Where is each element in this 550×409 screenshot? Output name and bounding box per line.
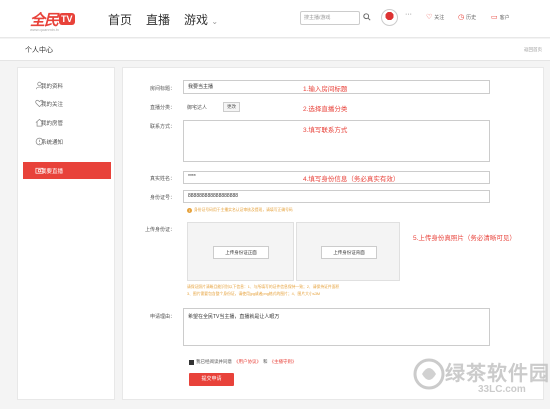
- history-label: 历史: [466, 14, 477, 21]
- home-icon: [35, 118, 44, 127]
- sidebar-item-follows[interactable]: 我的关注: [23, 95, 111, 112]
- nav-live[interactable]: 直播: [146, 11, 170, 28]
- search-icon[interactable]: [363, 13, 371, 21]
- follow-link[interactable]: ♡ 关注: [426, 13, 444, 21]
- sidebar-item-label: 我的资料: [41, 83, 64, 90]
- reason-textarea[interactable]: 希望在全民TV当主播，直播就是让人眼万: [183, 308, 490, 346]
- contact-label: 联系方式：: [149, 124, 175, 130]
- realname-label: 真实姓名：: [149, 176, 175, 182]
- nav-home[interactable]: 首页: [108, 11, 132, 28]
- upload-front-area[interactable]: 上传身份证正面: [187, 222, 294, 281]
- nav-games-label: 游戏: [184, 13, 209, 27]
- heart-icon: ♡: [426, 14, 433, 21]
- upload-hint: 5.上传身份真照片（务必清晰可见）: [413, 235, 516, 242]
- streamer-rules-link[interactable]: 《主播守则》: [270, 359, 297, 365]
- logo-url: www.quanmin.tv: [30, 27, 60, 32]
- heart-icon: [35, 99, 44, 108]
- upload-note-1: 请保证照片清晰且能识别以下信息：1、与所填写的证件信息保持一致；2、请保持证件面…: [187, 285, 340, 289]
- change-category-button[interactable]: 更改: [223, 102, 240, 112]
- sidebar-item-label: 系统通知: [41, 139, 64, 146]
- sidebar-item-rooms[interactable]: 我的房管: [23, 114, 111, 131]
- sidebar-item-label: 我要直播: [41, 168, 64, 175]
- main-nav: 首页 直播 游戏 ⌄: [108, 11, 218, 28]
- realname-hint: 4.填写身份信息（务必真实有效）: [303, 176, 400, 183]
- agree-checkbox[interactable]: [189, 359, 194, 365]
- agree-text: 我已经阅读并同意: [196, 359, 232, 364]
- idnum-input[interactable]: 888888888888888888: [183, 190, 490, 203]
- idnum-label: 身份证号：: [149, 195, 175, 201]
- upload-front-button[interactable]: 上传身份证正面: [213, 246, 269, 259]
- category-value: 御宅达人: [187, 105, 208, 111]
- back-home-link[interactable]: 返回首页: [524, 47, 542, 53]
- upload-back-area[interactable]: 上传身份证背面: [296, 222, 400, 281]
- upload-label: 上传身份证：: [144, 227, 175, 233]
- notice-icon: [35, 137, 44, 146]
- submit-button[interactable]: 提交申请: [189, 373, 234, 386]
- page-title: 个人中心: [25, 47, 53, 54]
- camera-icon: [35, 167, 44, 174]
- client-label: 客户: [499, 14, 510, 21]
- sidebar-item-label: 我的关注: [41, 101, 64, 108]
- watermark-text: 绿茶软件园: [445, 363, 550, 385]
- top-navbar: 全民 TV www.quanmin.tv 首页 直播 游戏 ⌄ 搜主播/游戏 ·…: [0, 0, 550, 38]
- id-warning-text: 身份证号码用于主播实名认证审核及提现，请填写正确号码: [194, 208, 293, 212]
- reason-label: 申请理由：: [149, 314, 175, 320]
- sidebar-item-notices[interactable]: 系统通知: [23, 133, 111, 150]
- chevron-down-icon: ⌄: [211, 17, 219, 26]
- nav-games[interactable]: 游戏 ⌄: [184, 11, 218, 28]
- room-title-label: 房间标题：: [149, 86, 175, 92]
- contact-hint: 3.填写联系方式: [303, 127, 348, 134]
- user-agreement-link[interactable]: 《用户协议》: [234, 359, 261, 365]
- category-label: 直播分类：: [149, 105, 175, 111]
- watermark-url: 33LC.com: [478, 384, 526, 395]
- id-warning: ! 身份证号码用于主播实名认证审核及提现，请填写正确号码: [187, 208, 293, 213]
- search-input[interactable]: 搜主播/游戏: [300, 11, 360, 25]
- client-link[interactable]: ▭ 客户: [491, 13, 510, 21]
- clock-icon: ◷: [458, 14, 465, 21]
- user-icon: [35, 81, 44, 90]
- breadcrumb: 个人中心 返回首页: [0, 39, 550, 61]
- history-link[interactable]: ◷ 历史: [458, 13, 476, 21]
- follow-label: 关注: [434, 14, 445, 21]
- sidebar: 我的资料 我的关注 我的房管 系统通知 我要直播: [17, 67, 115, 400]
- logo-badge: TV: [59, 13, 75, 25]
- sidebar-item-profile[interactable]: 我的资料: [23, 77, 111, 94]
- upload-back-button[interactable]: 上传身份证背面: [321, 246, 377, 259]
- avatar[interactable]: [381, 9, 398, 26]
- upload-note-2: 3、图片需要包含整个身份证，请使用jpg或者png格式的图片；4、图片大小≤3M: [187, 292, 321, 296]
- sidebar-item-go-live[interactable]: 我要直播: [23, 162, 111, 179]
- agreement: 我已经阅读并同意 《用户协议》 和 《主播守则》: [189, 359, 297, 365]
- upload-notes: 请保证照片清晰且能识别以下信息：1、与所填写的证件信息保持一致；2、请保持证件面…: [187, 284, 467, 298]
- username-masked[interactable]: ···: [405, 11, 412, 18]
- sidebar-item-label: 我的房管: [41, 120, 64, 127]
- agree-and: 和: [263, 359, 268, 364]
- category-hint: 2.选择直播分类: [303, 106, 348, 113]
- warning-icon: !: [187, 208, 192, 213]
- room-title-hint: 1.输入房间标题: [303, 86, 348, 93]
- client-icon: ▭: [491, 14, 498, 21]
